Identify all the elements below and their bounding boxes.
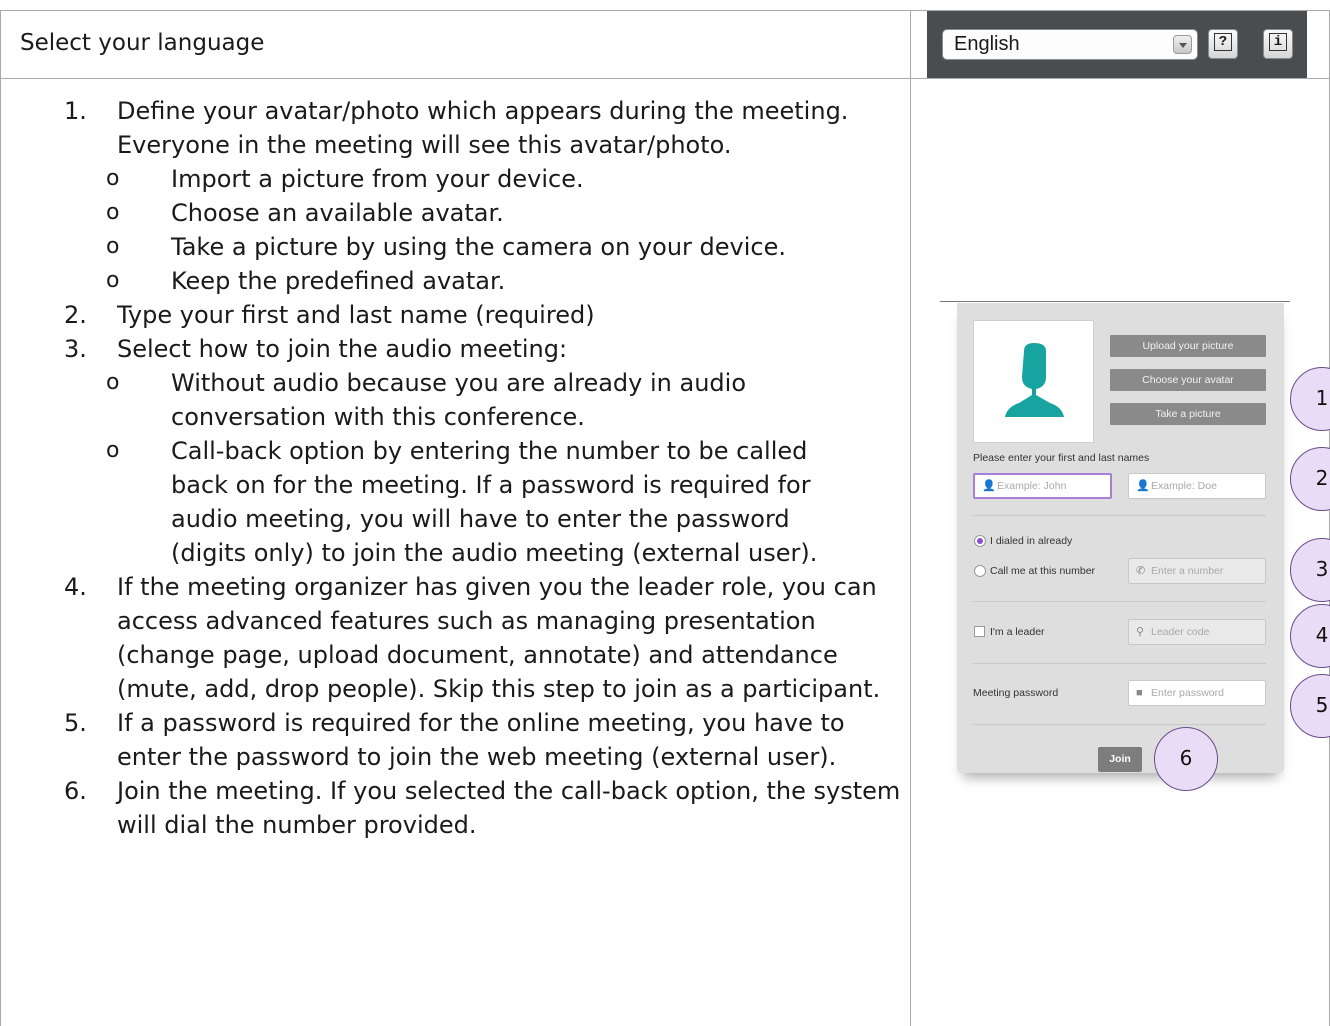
- leader-checkbox[interactable]: [974, 626, 985, 637]
- dialed-in-label: I dialed in already: [990, 535, 1073, 547]
- language-select-value: English: [954, 33, 1020, 55]
- divider: [973, 601, 1266, 602]
- step-text: Type your first and last name (required): [117, 301, 595, 329]
- join-form-panel: Upload your picture Choose your avatar T…: [957, 303, 1284, 773]
- first-name-field[interactable]: 👤 Example: John: [973, 473, 1112, 499]
- phone-number-field[interactable]: ✆ Enter a number: [1128, 558, 1266, 584]
- meeting-password-placeholder: Enter password: [1151, 687, 1224, 699]
- screenshot-top-edge: [940, 301, 1290, 302]
- leader-code-field[interactable]: ⚲ Leader code: [1128, 619, 1266, 645]
- step-5: 5. If a password is required for the onl…: [64, 709, 845, 771]
- divider: [973, 515, 1266, 516]
- join-button[interactable]: Join: [1098, 747, 1142, 772]
- step-text: If a password is required for the online…: [117, 709, 845, 771]
- language-bar: English ? i: [927, 11, 1307, 78]
- list-item: o Choose an available avatar.: [106, 199, 504, 227]
- step-text: Define your avatar/photo which appears d…: [117, 97, 849, 159]
- step-1-options: o Import a picture from your device. o Cho…: [106, 162, 904, 298]
- leader-label: I'm a leader: [990, 626, 1045, 638]
- divider: [973, 724, 1266, 725]
- user-icon: 👤: [982, 480, 996, 492]
- avatar-preview: [973, 320, 1094, 443]
- list-item: o Without audio because you are already i…: [106, 369, 747, 431]
- last-name-placeholder: Example: Doe: [1151, 480, 1217, 492]
- choose-avatar-button[interactable]: Choose your avatar: [1110, 369, 1266, 391]
- lock-icon: ■: [1136, 687, 1143, 699]
- meeting-password-label: Meeting password: [973, 687, 1059, 699]
- list-item: o Import a picture from your device.: [106, 165, 584, 193]
- names-prompt: Please enter your first and last names: [973, 452, 1150, 464]
- step-text: Join the meeting. If you selected the ca…: [117, 777, 901, 839]
- info-button[interactable]: i: [1263, 29, 1293, 59]
- help-button[interactable]: ?: [1208, 29, 1238, 59]
- meeting-password-field[interactable]: ■ Enter password: [1128, 680, 1266, 706]
- help-icon: ?: [1214, 32, 1232, 51]
- dialed-in-radio[interactable]: [974, 535, 986, 547]
- table-left-border: [0, 10, 1, 1026]
- table-header-divider: [0, 78, 1330, 79]
- step-text: If the meeting organizer has given you t…: [117, 573, 881, 703]
- chevron-down-icon[interactable]: [1173, 35, 1192, 54]
- leader-code-placeholder: Leader code: [1151, 626, 1210, 638]
- step-3-options: o Without audio because you are already i…: [106, 366, 904, 570]
- info-icon: i: [1269, 32, 1287, 51]
- last-name-field[interactable]: 👤 Example: Doe: [1128, 473, 1266, 499]
- phone-icon: ✆: [1136, 565, 1146, 577]
- avatar-silhouette-icon: [1005, 343, 1064, 417]
- upload-picture-button[interactable]: Upload your picture: [1110, 335, 1266, 357]
- user-icon: 👤: [1136, 480, 1150, 492]
- instruction-list: 1. Define your avatar/photo which appear…: [64, 94, 904, 842]
- step-2: 2. Type your first and last name (requir…: [64, 301, 595, 329]
- call-me-radio[interactable]: [974, 565, 986, 577]
- key-icon: ⚲: [1136, 626, 1145, 638]
- language-select[interactable]: English: [942, 29, 1198, 60]
- step-1: 1. Define your avatar/photo which appear…: [64, 97, 849, 159]
- step-text: Select how to join the audio meeting:: [117, 335, 568, 363]
- step-3: 3. Select how to join the audio meeting:: [64, 335, 568, 363]
- call-me-label: Call me at this number: [990, 565, 1096, 577]
- take-picture-button[interactable]: Take a picture: [1110, 403, 1266, 425]
- divider: [973, 663, 1266, 664]
- table-column-divider: [910, 10, 911, 1026]
- page-title: Select your language: [20, 30, 265, 56]
- callout-6: 6: [1154, 727, 1218, 791]
- list-item: o Keep the predefined avatar.: [106, 267, 506, 295]
- list-item: o Call-back option by entering the number…: [106, 437, 818, 567]
- phone-number-placeholder: Enter a number: [1151, 565, 1224, 577]
- first-name-placeholder: Example: John: [997, 480, 1067, 492]
- step-6: 6. Join the meeting. If you selected the…: [64, 777, 901, 839]
- list-item: o Take a picture by using the camera on y…: [106, 233, 786, 261]
- step-4: 4. If the meeting organizer has given yo…: [64, 573, 881, 703]
